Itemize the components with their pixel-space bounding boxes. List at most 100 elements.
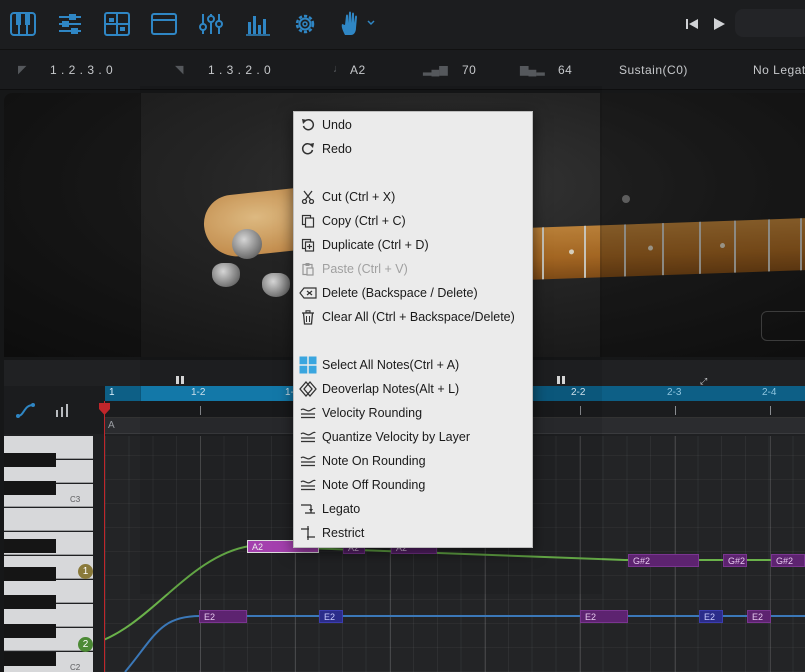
approx-icon — [294, 473, 322, 497]
menu-item-clear-all[interactable]: Clear All (Ctrl + Backspace/Delete) — [294, 305, 532, 329]
window-icon[interactable] — [149, 8, 179, 40]
menu-item-label: Restrict — [322, 526, 365, 540]
note-end-position[interactable]: 1 . 3 . 2 . 0 — [208, 63, 271, 77]
ruler-label: 2-4 — [762, 387, 777, 398]
menu-item-undo[interactable]: Undo — [294, 113, 532, 137]
menu-item-label: Velocity Rounding — [322, 406, 423, 420]
note-block[interactable]: G#2 — [723, 554, 747, 567]
redo-icon — [294, 137, 322, 161]
black-piano-key[interactable] — [4, 652, 56, 666]
instrument-control[interactable] — [761, 311, 805, 341]
menu-item-duplicate[interactable]: Duplicate (Ctrl + D) — [294, 233, 532, 257]
scissors-icon — [294, 185, 322, 209]
black-piano-key[interactable] — [4, 595, 56, 609]
note-block[interactable]: E2 — [580, 610, 628, 623]
menu-item-label: Redo — [322, 142, 352, 156]
piano-keyboard: C3 C2 — [4, 436, 93, 672]
menu-item-redo[interactable]: Redo — [294, 137, 532, 161]
tempo-display[interactable] — [735, 9, 805, 37]
note-release-velocity[interactable]: 64 — [558, 63, 572, 77]
menu-item-note-on-rounding[interactable]: Note On Rounding — [294, 449, 532, 473]
menu-item-label: Clear All (Ctrl + Backspace/Delete) — [322, 310, 515, 324]
approx-icon — [294, 401, 322, 425]
piano-key[interactable] — [4, 508, 93, 531]
menu-item-legato[interactable]: Legato — [294, 497, 532, 521]
menu-item-label: Cut (Ctrl + X) — [322, 190, 396, 204]
menu-item-label: Legato — [322, 502, 361, 516]
note-icon: ♩ — [333, 63, 344, 75]
select-all-icon — [294, 353, 322, 377]
skip-to-start-icon[interactable] — [682, 12, 702, 36]
undo-icon — [294, 113, 322, 137]
release-velocity-icon: ▆▄▂ — [520, 64, 545, 76]
note-velocity[interactable]: 70 — [462, 63, 476, 77]
gear-icon[interactable] — [290, 8, 320, 40]
menu-item-note-off-rounding[interactable]: Note Off Rounding — [294, 473, 532, 497]
playhead-marker-icon[interactable] — [99, 402, 110, 415]
grid-editor-icon[interactable] — [102, 8, 132, 40]
menu-item-quantize-velocity[interactable]: Quantize Velocity by Layer — [294, 425, 532, 449]
note-pitch[interactable]: A2 — [350, 63, 366, 77]
main-toolbar — [0, 0, 805, 50]
menu-item-copy[interactable]: Copy (Ctrl + C) — [294, 209, 532, 233]
end-marker-icon: ◥ — [175, 64, 184, 76]
note-block[interactable]: G#2 — [771, 554, 805, 567]
menu-item-label: Quantize Velocity by Layer — [322, 430, 470, 444]
articulation-selector[interactable]: Sustain(C0) — [619, 63, 688, 77]
menu-item-paste[interactable]: Paste (Ctrl + V) — [294, 257, 532, 281]
curve-tool-icon[interactable] — [16, 402, 36, 423]
menu-item-deoverlap-notes[interactable]: Deoverlap Notes(Alt + L) — [294, 377, 532, 401]
menu-item-velocity-rounding[interactable]: Velocity Rounding — [294, 401, 532, 425]
menu-item-label: Duplicate (Ctrl + D) — [322, 238, 429, 252]
black-piano-key[interactable] — [4, 624, 56, 638]
menu-item-label: Select All Notes(Ctrl + A) — [322, 358, 460, 372]
black-piano-key[interactable] — [4, 481, 56, 495]
ruler-label: 1 — [109, 387, 115, 398]
black-piano-key[interactable] — [4, 567, 56, 581]
note-block[interactable]: E2 — [199, 610, 247, 623]
restrict-icon — [294, 521, 322, 545]
menu-item-label: Copy (Ctrl + C) — [322, 214, 406, 228]
delete-key-icon — [294, 281, 322, 305]
mixer-sliders-icon[interactable] — [55, 8, 85, 40]
velocity-tool-icon[interactable] — [54, 402, 72, 423]
note-start-position[interactable]: 1 . 2 . 3 . 0 — [50, 63, 113, 77]
menu-item-label: Undo — [322, 118, 352, 132]
note-block[interactable]: E2 — [747, 610, 771, 623]
analyzer-bars-icon[interactable] — [243, 8, 273, 40]
paste-icon — [294, 257, 322, 281]
approx-icon — [294, 449, 322, 473]
black-piano-key[interactable] — [4, 539, 56, 553]
velocity-layer-marker[interactable]: 2 — [78, 637, 93, 652]
hand-tool-icon[interactable] — [338, 8, 378, 40]
legato-selector[interactable]: No Legato — [753, 63, 805, 77]
note-block[interactable]: E2 — [319, 610, 343, 623]
note-info-bar: ◤ 1 . 2 . 3 . 0 ◥ 1 . 3 . 2 . 0 ♩ A2 ▂▄▆… — [0, 50, 805, 90]
start-marker-icon: ◤ — [18, 64, 27, 76]
note-block[interactable]: G#2 — [628, 554, 699, 567]
eq-faders-icon[interactable] — [196, 8, 226, 40]
playhead-line — [104, 401, 105, 672]
menu-item-select-all-notes[interactable]: Select All Notes(Ctrl + A) — [294, 353, 532, 377]
play-icon[interactable] — [709, 12, 729, 36]
velocity-layer-marker[interactable]: 1 — [78, 564, 93, 579]
menu-item-label: Note Off Rounding — [322, 478, 426, 492]
menu-item-label: Deoverlap Notes(Alt + L) — [322, 382, 460, 396]
menu-item-label: Paste (Ctrl + V) — [322, 262, 408, 276]
app-window: { "info_bar": { "start_position": "1 . 2… — [0, 0, 805, 672]
octave-label: C3 — [70, 495, 81, 504]
roll-tool-panel — [4, 386, 105, 434]
black-piano-key[interactable] — [4, 453, 56, 467]
context-menu: Undo Redo Cut (Ctrl + X) Copy (Ctrl + C)… — [293, 111, 533, 548]
piano-keys-icon[interactable] — [8, 8, 38, 40]
menu-item-label: Note On Rounding — [322, 454, 426, 468]
velocity-bars-icon: ▂▄▆ — [423, 64, 448, 76]
legato-icon — [294, 497, 322, 521]
octave-label: C2 — [70, 663, 81, 672]
menu-item-restrict[interactable]: Restrict — [294, 521, 532, 545]
menu-item-cut[interactable]: Cut (Ctrl + X) — [294, 185, 532, 209]
approx-icon — [294, 425, 322, 449]
menu-item-delete[interactable]: Delete (Backspace / Delete) — [294, 281, 532, 305]
menu-item-label: Delete (Backspace / Delete) — [322, 286, 478, 300]
note-block[interactable]: E2 — [699, 610, 723, 623]
